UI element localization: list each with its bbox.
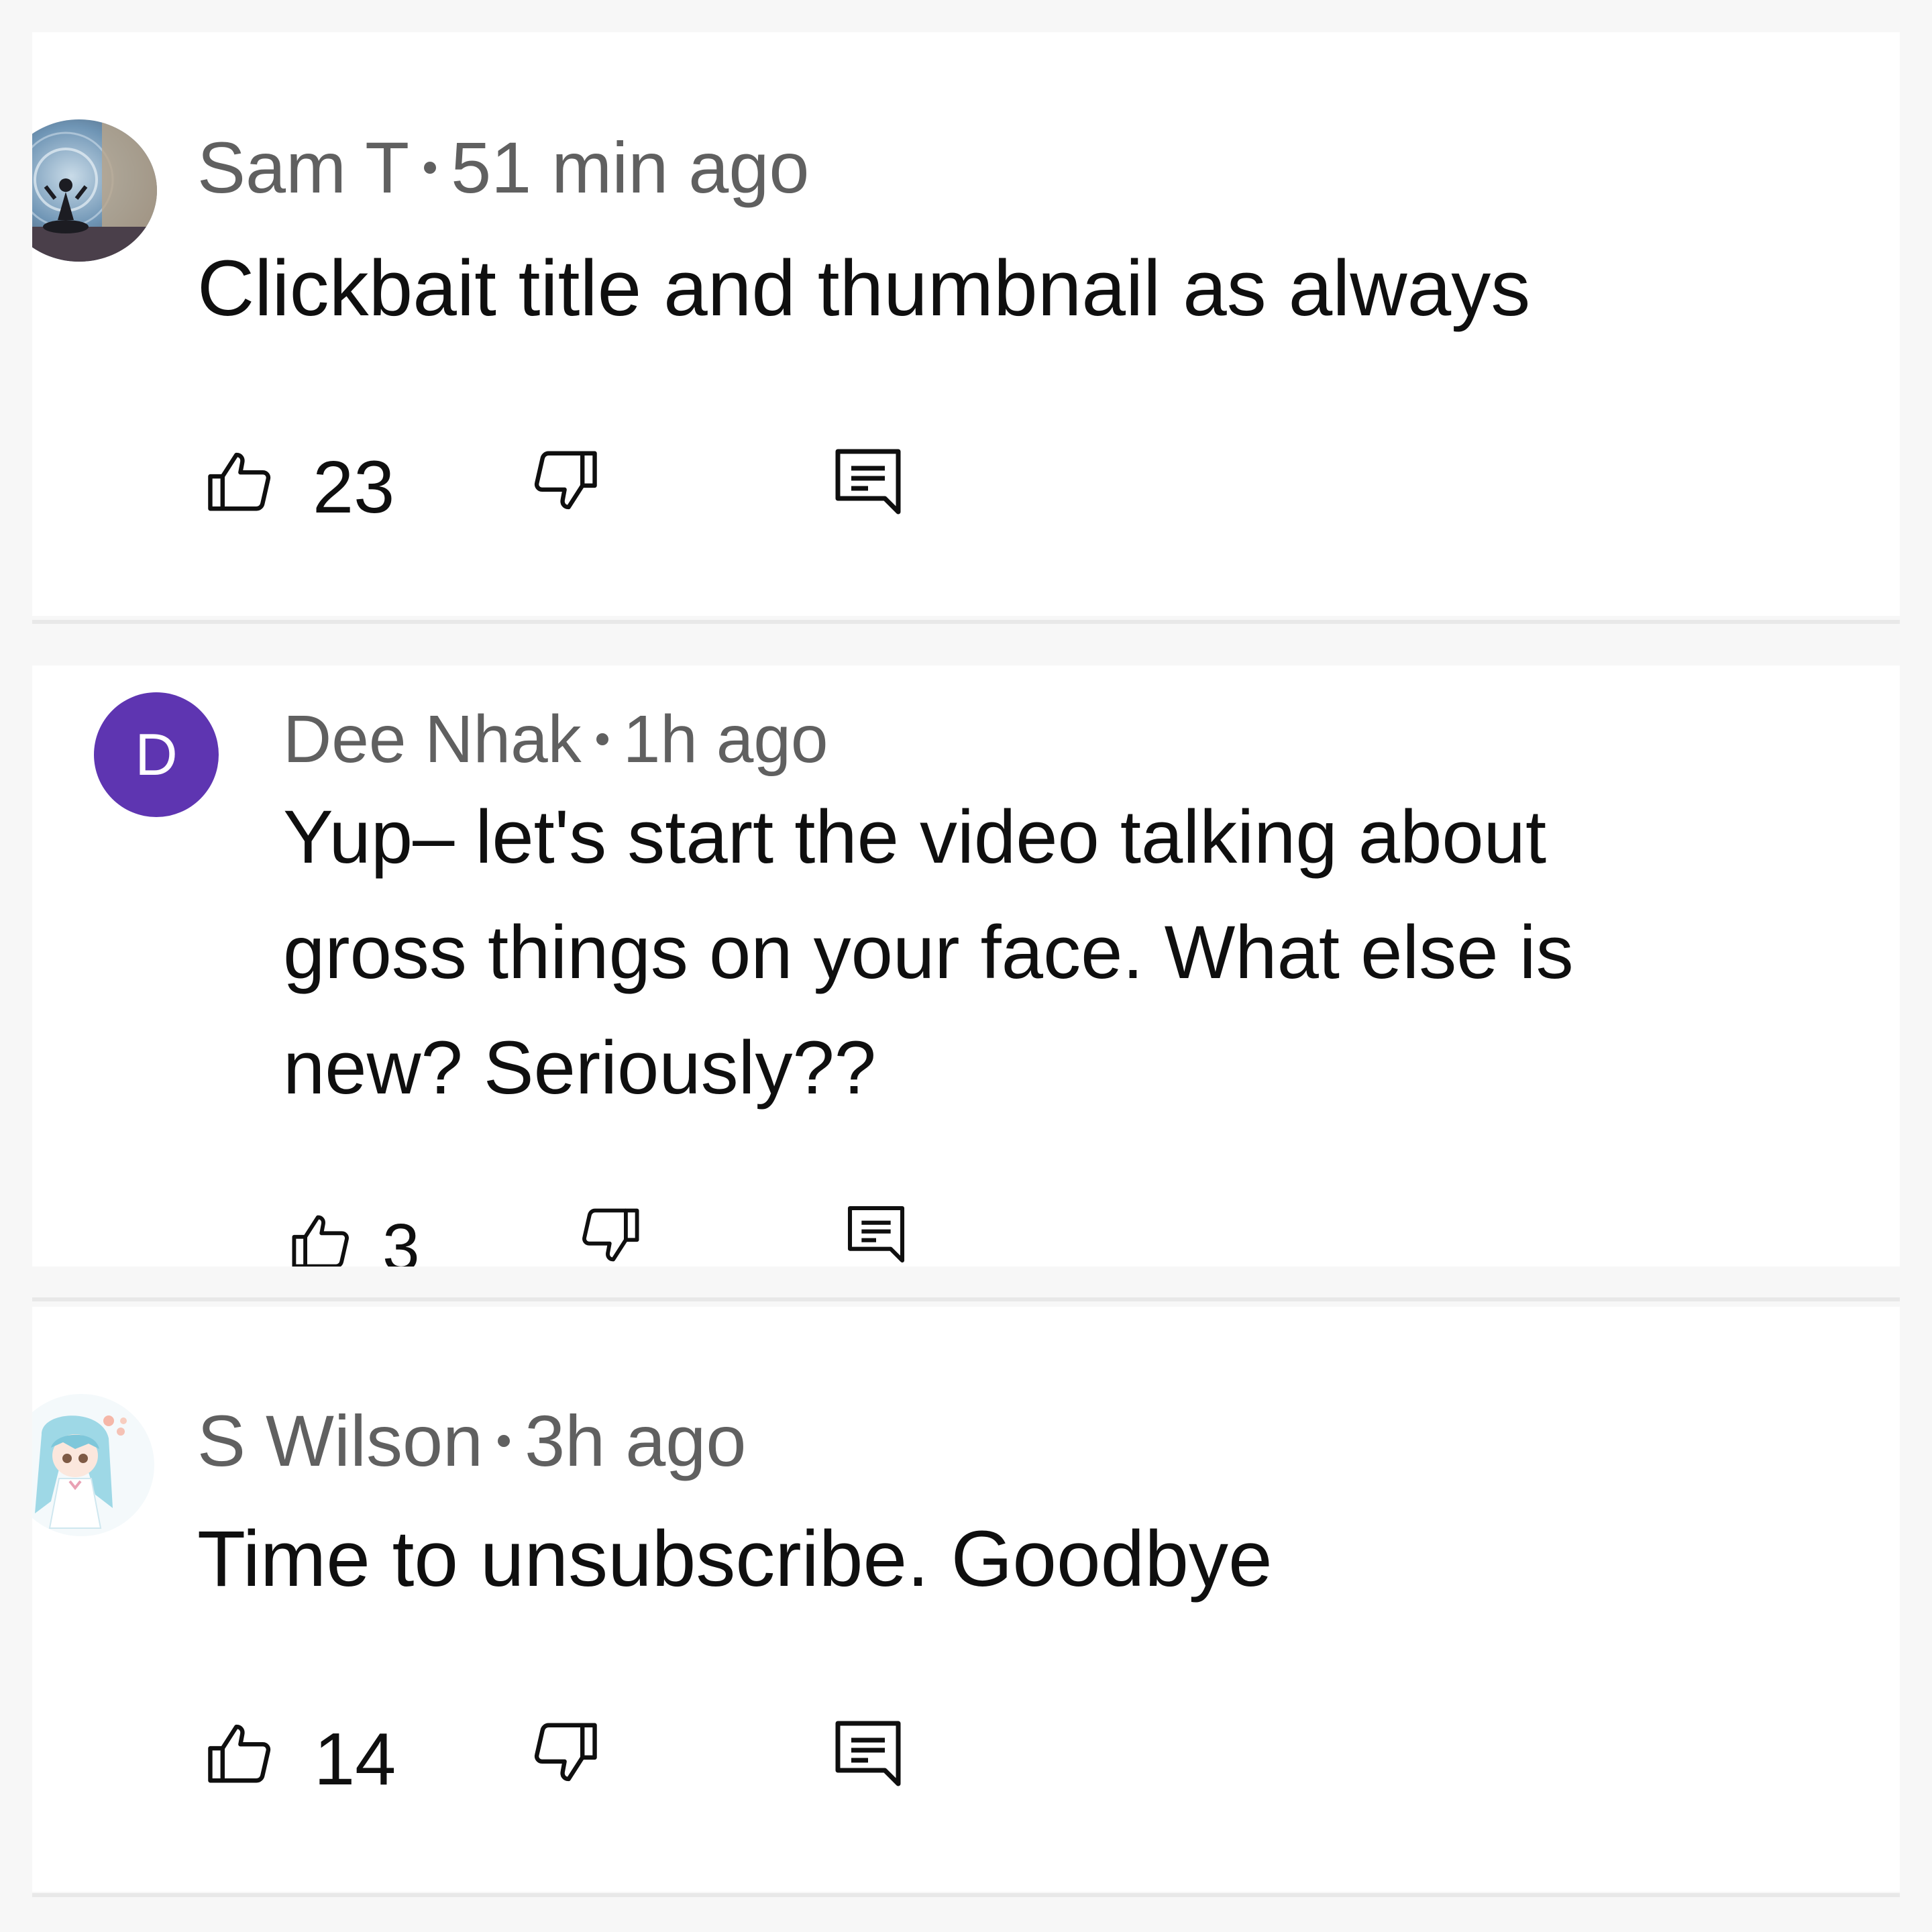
comment-time: 3h ago <box>525 1400 747 1481</box>
comment-author[interactable]: S Wilson <box>197 1400 483 1481</box>
divider <box>32 1297 1900 1301</box>
avatar[interactable] <box>32 1394 154 1536</box>
thumbs-up-icon[interactable] <box>203 444 276 518</box>
separator-dot <box>424 162 437 174</box>
comment-text-line: new? Seriously?? <box>283 1026 877 1110</box>
comment-time: 1h ago <box>623 702 828 777</box>
thumbs-down-icon[interactable] <box>529 444 602 518</box>
like-count: 3 <box>382 1210 420 1267</box>
meditation-avatar-icon <box>32 119 157 262</box>
comment-text: Time to unsubscribe. Goodbye <box>197 1501 1273 1617</box>
avatar[interactable] <box>32 119 157 262</box>
comment-card: Sam T 51 min ago Clickbait title and thum… <box>32 32 1900 616</box>
comment-text-line: Time to unsubscribe. Goodbye <box>197 1515 1273 1603</box>
comment-text-line: Clickbait title and thumbnail as always <box>197 244 1531 333</box>
comment-card: S Wilson 3h ago Time to unsubscribe. Good… <box>32 1307 1900 1892</box>
comment-meta: Dee Nhak 1h ago <box>283 706 828 773</box>
comment-text-line: Yup– let's start the video talking about <box>283 795 1547 879</box>
avatar-letter: D <box>135 721 178 788</box>
thumbs-up-icon[interactable] <box>287 1208 354 1267</box>
thumbs-up-icon[interactable] <box>203 1716 276 1790</box>
avatar[interactable]: D <box>94 692 219 817</box>
reply-comment-icon[interactable] <box>841 1199 911 1267</box>
separator-dot <box>498 1435 511 1448</box>
divider <box>32 1893 1900 1897</box>
thumbs-down-icon[interactable] <box>577 1202 644 1267</box>
comment-meta: Sam T 51 min ago <box>197 131 809 204</box>
thumbs-down-icon[interactable] <box>529 1716 602 1790</box>
reply-comment-icon[interactable] <box>828 441 908 522</box>
like-count: 14 <box>314 1718 396 1801</box>
comment-text-line: gross things on your face. What else is <box>283 910 1574 994</box>
comment-text: Clickbait title and thumbnail as always <box>197 231 1530 346</box>
divider <box>32 620 1900 624</box>
comment-text: Yup– let's start the video talking about… <box>283 780 1574 1126</box>
anime-girl-avatar-icon <box>32 1394 154 1536</box>
like-count: 23 <box>313 446 395 529</box>
comment-meta: S Wilson 3h ago <box>197 1405 746 1477</box>
separator-dot <box>596 733 608 745</box>
comment-time: 51 min ago <box>451 127 810 208</box>
reply-comment-icon[interactable] <box>828 1713 908 1794</box>
comments-list: Sam T 51 min ago Clickbait title and thum… <box>0 0 1932 1932</box>
comment-card: D Dee Nhak 1h ago Yup– let's start the vi… <box>32 665 1900 1267</box>
comment-author[interactable]: Sam T <box>197 127 409 208</box>
comment-author[interactable]: Dee Nhak <box>283 702 582 777</box>
